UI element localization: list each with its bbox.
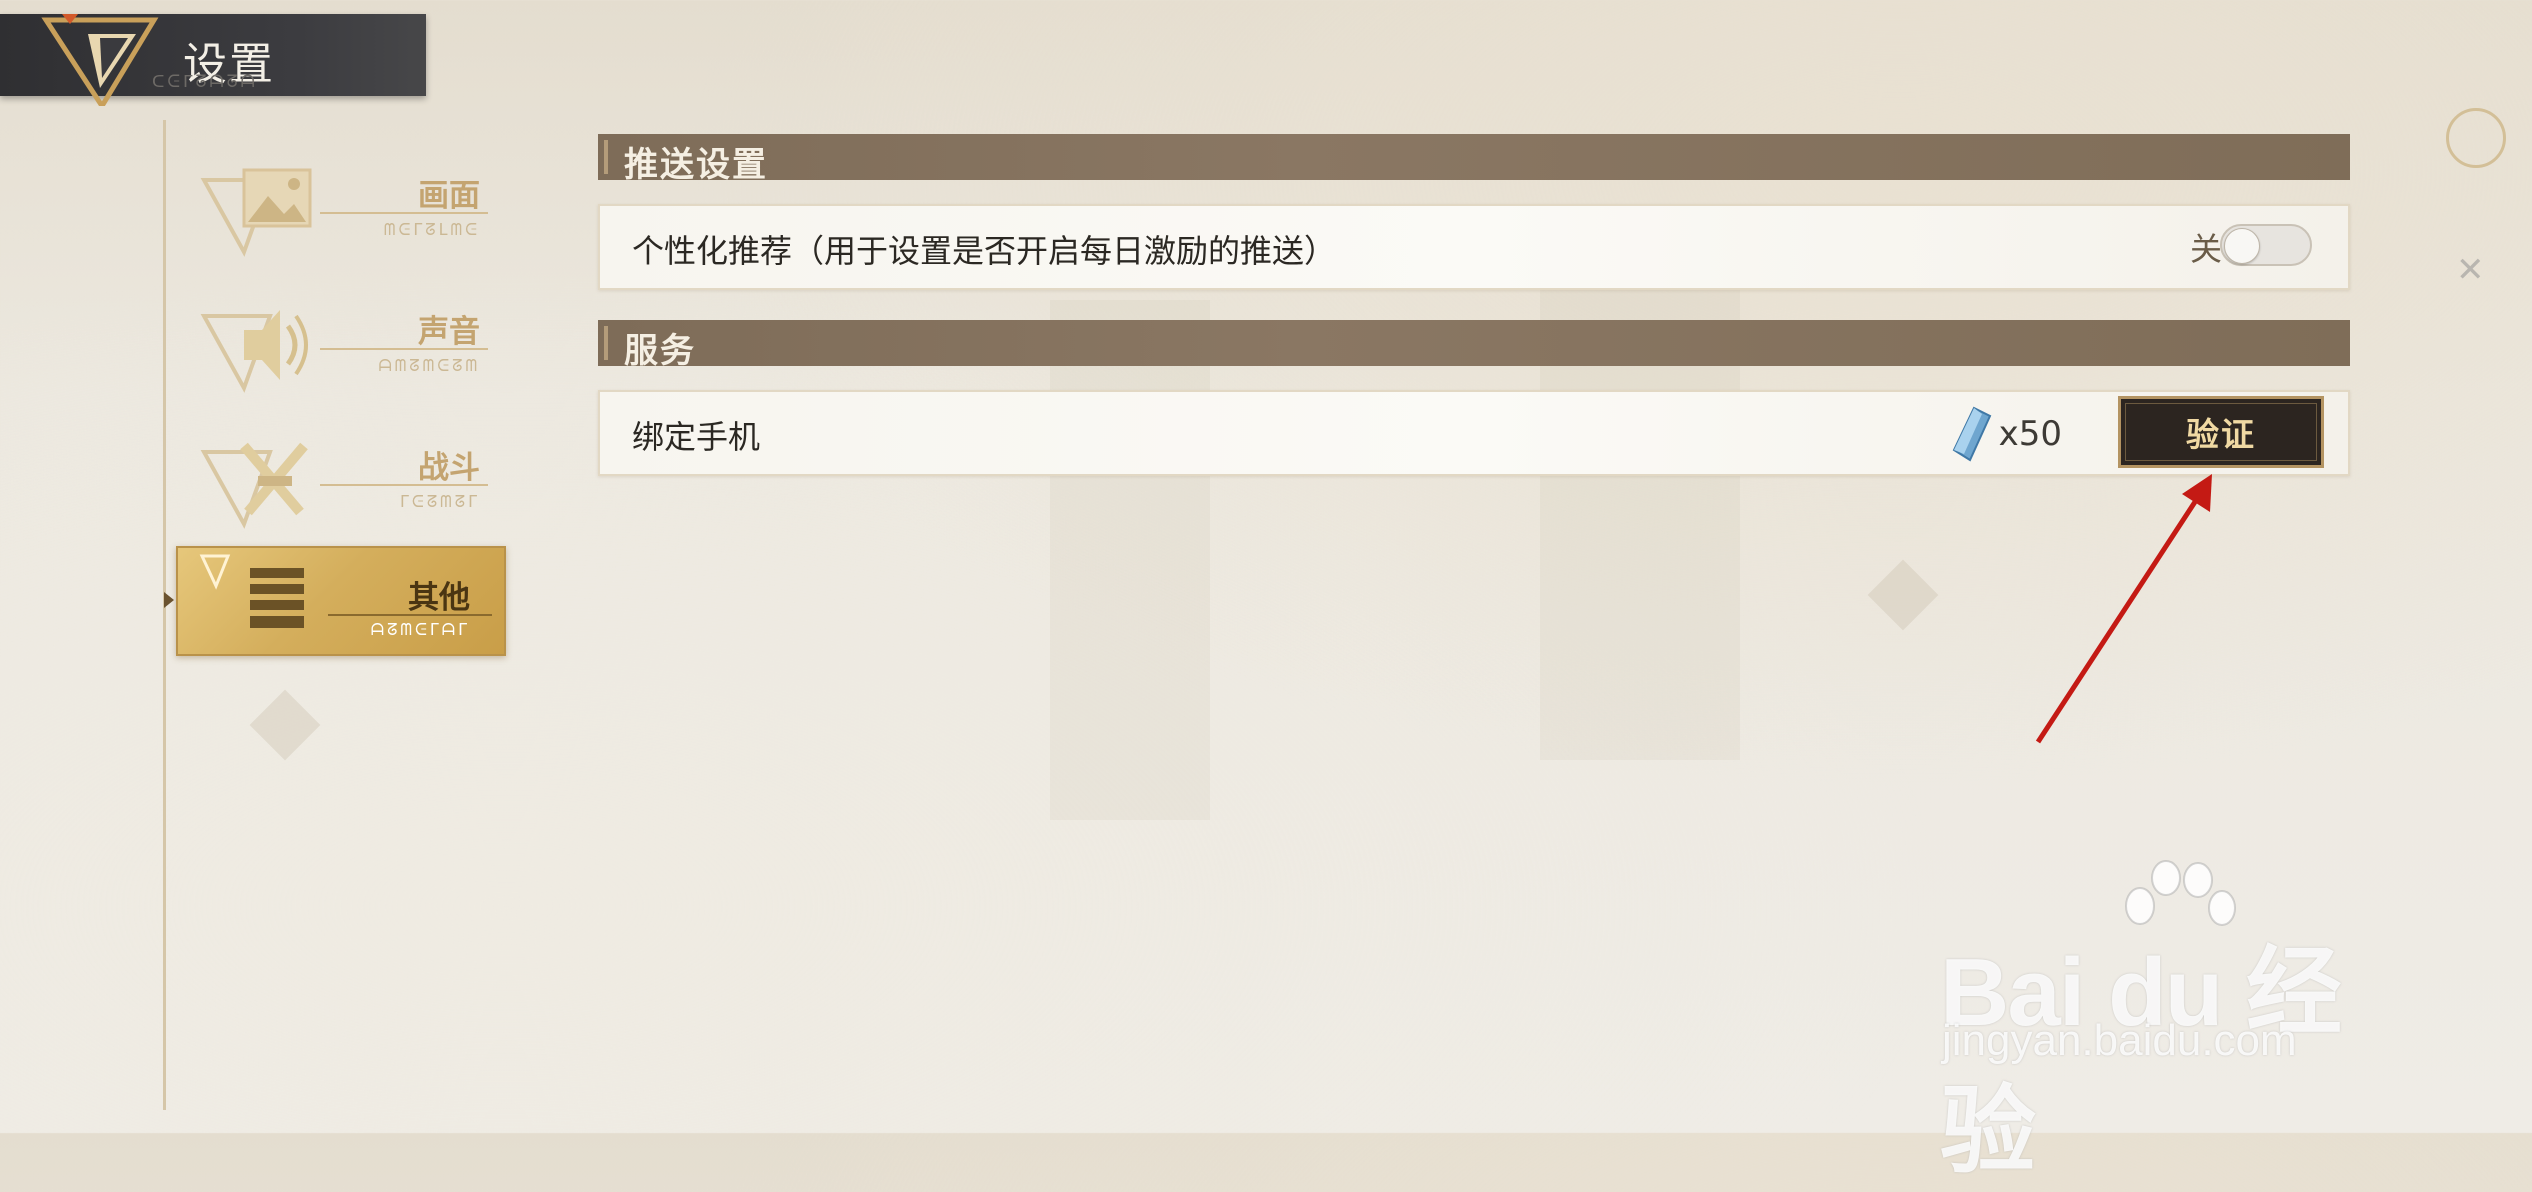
nav-underline bbox=[320, 212, 488, 214]
personalized-recommend-toggle[interactable] bbox=[2220, 224, 2312, 266]
background-diamond bbox=[249, 689, 321, 761]
settings-logo-icon bbox=[41, 14, 159, 106]
nav-underline bbox=[320, 484, 488, 486]
battle-icon bbox=[200, 442, 308, 529]
sidebar-item-other[interactable]: 其他 ᗩᘔᗰᕮᒥᗩᒥ bbox=[164, 546, 506, 656]
sidebar-item-sound[interactable]: 声音 ᗩᗰᘔᗰᕮᘔᗰ bbox=[200, 296, 500, 406]
row-label: 个性化推荐（用于设置是否开启每日激励的推送） bbox=[632, 232, 1337, 270]
background-pillar bbox=[1050, 300, 1210, 820]
watermark-url: jingyan.baidu.com bbox=[1942, 1016, 2297, 1065]
personalized-recommend-row: 个性化推荐（用于设置是否开启每日激励的推送） 关 bbox=[598, 204, 2350, 290]
sidebar-item-display[interactable]: 画面 ᗰᕮᒥᘔᒪᗰᕮ bbox=[200, 160, 500, 270]
sidebar-item-sub: ᗰᕮᒥᘔᒪᗰᕮ bbox=[383, 220, 480, 239]
close-icon[interactable]: ✕ bbox=[2456, 250, 2485, 290]
decorative-circle bbox=[2446, 108, 2506, 168]
verify-button[interactable]: 验证 bbox=[2118, 396, 2324, 468]
sidebar-item-sub: ᒥᕮᘔᗰᘔᒥ bbox=[400, 492, 480, 511]
reward-amount: x50 bbox=[1998, 414, 2062, 454]
active-indicator bbox=[164, 592, 174, 608]
sidebar-divider bbox=[163, 120, 166, 1110]
sidebar-item-sub: ᗩᗰᘔᗰᕮᘔᗰ bbox=[378, 356, 480, 375]
blue-crystal-icon bbox=[1952, 406, 1992, 462]
sidebar-item-label: 战斗 bbox=[418, 450, 480, 486]
section-title: 服务 bbox=[624, 331, 696, 371]
background-diamond bbox=[1867, 559, 1939, 631]
section-header-push: 推送设置 bbox=[598, 134, 2350, 185]
section-header-service: 服务 bbox=[598, 320, 2350, 371]
nav-underline bbox=[320, 348, 488, 350]
image-icon bbox=[200, 168, 312, 257]
page-subtitle: ᑕᕮᒥᘔᗩᘔᗩ bbox=[152, 72, 258, 92]
baidu-watermark: Bai du 经验 jingyan.baidu.com bbox=[1940, 860, 2400, 1185]
settings-header: 设置 ᑕᕮᒥᘔᗩᘔᗩ bbox=[0, 14, 426, 106]
nav-underline bbox=[328, 614, 492, 616]
list-icon bbox=[199, 554, 304, 628]
section-title: 推送设置 bbox=[624, 145, 768, 185]
row-label: 绑定手机 bbox=[632, 418, 761, 456]
toggle-state-label: 关 bbox=[2189, 230, 2222, 268]
sidebar-item-battle[interactable]: 战斗 ᒥᕮᘔᗰᘔᒥ bbox=[200, 432, 500, 542]
annotation-arrow-icon bbox=[2035, 474, 2212, 744]
sidebar-item-label: 声音 bbox=[418, 314, 480, 350]
sound-icon bbox=[200, 310, 308, 393]
sidebar-item-sub: ᗩᘔᗰᕮᒥᗩᒥ bbox=[370, 620, 470, 639]
toggle-knob bbox=[2224, 228, 2260, 264]
sidebar-item-label: 其他 bbox=[408, 580, 470, 616]
sidebar-item-label: 画面 bbox=[418, 178, 480, 214]
